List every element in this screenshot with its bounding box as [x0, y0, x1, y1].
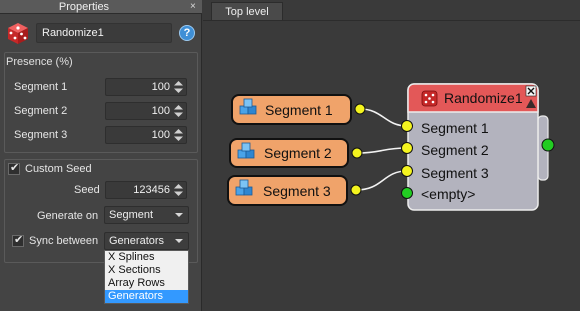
- sync-between-dropdown: X Splines X Sections Array Rows Generato…: [104, 250, 189, 304]
- input-port-empty[interactable]: [401, 187, 413, 199]
- segment-2-label: Segment 2: [14, 105, 68, 117]
- source-node-segment-2[interactable]: Segment 2: [229, 138, 349, 168]
- object-name-field[interactable]: Randomize1: [36, 23, 172, 43]
- node-close-icon[interactable]: [525, 85, 537, 97]
- dice-icon: [421, 90, 438, 107]
- input-port-segment-2[interactable]: [401, 142, 413, 154]
- sync-between-label: Sync between: [29, 235, 99, 247]
- segment-3-label: Segment 3: [14, 129, 68, 141]
- output-port-segment-3[interactable]: [350, 184, 362, 196]
- output-port-randomize[interactable]: [541, 138, 555, 152]
- spinner-arrows-icon[interactable]: [174, 81, 183, 93]
- chevron-down-icon: [175, 239, 183, 243]
- help-icon[interactable]: ?: [179, 25, 195, 41]
- segment-1-value: 100: [151, 81, 170, 93]
- output-port-segment-2[interactable]: [351, 147, 363, 159]
- segment-1-spinner[interactable]: 100: [105, 78, 187, 96]
- close-icon[interactable]: ×: [190, 0, 196, 14]
- segment-2-spinner[interactable]: 100: [105, 102, 187, 120]
- checkmark-icon: ✔: [10, 162, 20, 174]
- randomize-node[interactable]: Randomize1 Segment 1 Segment 2 Segment 3…: [407, 83, 549, 211]
- input-port-segment-1[interactable]: [401, 120, 413, 132]
- node-graph: Segment 1 Segment 2 Segment 3 Randomize1…: [227, 83, 555, 211]
- segment-3-value: 100: [151, 129, 170, 141]
- source-node-segment-1[interactable]: Segment 1: [231, 94, 352, 125]
- sync-between-value: Generators: [109, 235, 165, 247]
- spinner-arrows-icon[interactable]: [174, 184, 183, 196]
- dropdown-option-generators[interactable]: Generators: [105, 290, 188, 303]
- input-label-segment-2: Segment 2: [421, 142, 489, 158]
- presence-label: Presence (%): [6, 56, 73, 68]
- input-label-empty: <empty>: [421, 186, 475, 202]
- source-node-segment-3[interactable]: Segment 3: [227, 175, 348, 206]
- seed-spinner[interactable]: 123456: [105, 181, 187, 199]
- wire-segment-2: [356, 147, 408, 154]
- wire-segment-1: [359, 108, 408, 127]
- dropdown-option-x-splines[interactable]: X Splines: [105, 251, 188, 264]
- randomize-node-title: Randomize1: [444, 90, 523, 106]
- source-node-label: Segment 3: [263, 183, 331, 199]
- custom-seed-label: Custom Seed: [25, 163, 92, 175]
- generate-on-value: Segment: [109, 209, 154, 221]
- checkmark-icon: ✔: [14, 234, 24, 246]
- seed-label: Seed: [74, 184, 100, 196]
- dropdown-option-array-rows[interactable]: Array Rows: [105, 277, 188, 290]
- generate-on-label: Generate on: [37, 210, 99, 222]
- chevron-down-icon: [175, 213, 183, 217]
- seed-value: 123456: [133, 184, 170, 196]
- panel-title: Properties: [58, 1, 110, 13]
- input-label-segment-3: Segment 3: [421, 165, 489, 181]
- segment-2-value: 100: [151, 105, 170, 117]
- input-port-segment-3[interactable]: [401, 165, 413, 177]
- input-label-segment-1: Segment 1: [421, 120, 489, 136]
- source-node-label: Segment 2: [264, 145, 332, 161]
- sync-between-checkbox[interactable]: ✔: [12, 234, 24, 247]
- properties-panel: Properties × Randomize1 ? Presence (%) S…: [0, 0, 202, 311]
- output-port-segment-1[interactable]: [354, 103, 366, 115]
- sync-between-select[interactable]: Generators: [104, 232, 189, 250]
- dice-icon: [8, 23, 28, 44]
- spinner-arrows-icon[interactable]: [174, 105, 183, 117]
- node-editor[interactable]: Top level Segment 1 Segment 2 Segment 3 …: [203, 0, 580, 311]
- spinner-arrows-icon[interactable]: [174, 129, 183, 141]
- custom-seed-checkbox[interactable]: ✔: [8, 162, 20, 175]
- generate-on-select[interactable]: Segment: [104, 206, 189, 224]
- dropdown-option-x-sections[interactable]: X Sections: [105, 264, 188, 277]
- wire-segment-3: [355, 170, 408, 191]
- panel-title-bar: Properties ×: [0, 0, 202, 14]
- source-node-label: Segment 1: [265, 102, 333, 118]
- segment-1-label: Segment 1: [14, 81, 68, 93]
- segment-3-spinner[interactable]: 100: [105, 126, 187, 144]
